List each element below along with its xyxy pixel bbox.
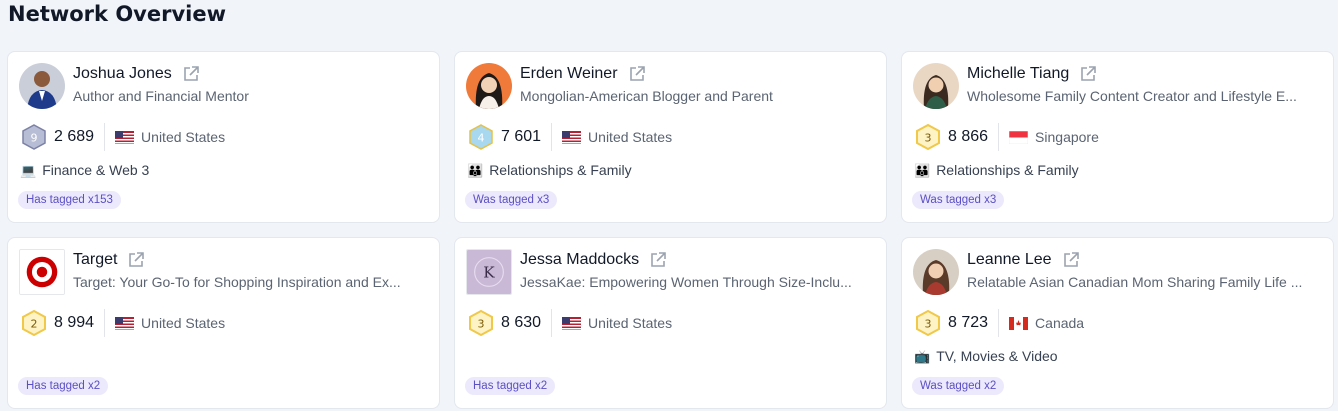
divider [551, 123, 553, 151]
tag-count-badge: Was tagged x3 [912, 191, 1005, 209]
tag-count-badge: Was tagged x3 [465, 191, 558, 209]
avatar[interactable] [466, 63, 512, 109]
stats-row: 9 2 689 United States [20, 122, 225, 152]
influencer-bio: Wholesome Family Content Creator and Lif… [967, 88, 1297, 104]
score-value: 8 994 [54, 314, 95, 331]
influencer-bio: Author and Financial Mentor [73, 88, 249, 104]
category-label: Relationships & Family [936, 162, 1079, 178]
divider [998, 123, 1000, 151]
category: 👪 Relationships & Family [914, 162, 1079, 178]
divider [104, 309, 106, 337]
influencer-name[interactable]: Erden Weiner [520, 65, 618, 83]
avatar[interactable] [913, 63, 959, 109]
influencer-card[interactable]: Target Target: Your Go-To for Shopping I… [7, 237, 440, 409]
sg-flag-icon [1009, 130, 1029, 144]
stats-row: 3 8 723 Canada [914, 308, 1084, 338]
influencer-card[interactable]: Erden Weiner Mongolian-American Blogger … [454, 51, 887, 223]
badge-level: 9 [31, 132, 38, 145]
tag-count-badge: Has tagged x2 [18, 377, 109, 395]
badge-level: 3 [925, 132, 932, 145]
influencer-name[interactable]: Target [73, 251, 117, 269]
external-link-icon[interactable] [649, 251, 667, 269]
external-link-icon[interactable] [1062, 251, 1080, 269]
country-label: United States [141, 315, 226, 331]
tv-icon: 📺 [914, 348, 931, 364]
influencer-name[interactable]: Michelle Tiang [967, 65, 1069, 83]
family-icon: 👪 [467, 162, 484, 178]
external-link-icon[interactable] [127, 251, 145, 269]
influencer-name[interactable]: Leanne Lee [967, 251, 1052, 269]
level-badge-icon: 3 [916, 309, 940, 337]
category-label: TV, Movies & Video [936, 348, 1058, 364]
stats-row: 3 8 866 Singapore [914, 122, 1099, 152]
category: 📺 TV, Movies & Video [914, 348, 1058, 364]
level-badge-icon: 9 [22, 124, 46, 150]
svg-text:K: K [483, 264, 495, 282]
laptop-icon: 💻 [20, 162, 37, 178]
stats-row: 3 8 630 United States [467, 308, 672, 338]
influencer-name[interactable]: Jessa Maddocks [520, 251, 639, 269]
score-value: 2 689 [54, 128, 95, 145]
divider [998, 309, 1000, 337]
level-badge-icon: 3 [469, 309, 493, 337]
avatar[interactable] [19, 249, 65, 295]
country-label: Canada [1035, 315, 1085, 331]
target-logo-icon [20, 250, 64, 294]
badge-level: 4 [478, 132, 485, 145]
divider [104, 123, 106, 151]
stats-row: 2 8 994 United States [20, 308, 225, 338]
external-link-icon[interactable] [182, 65, 200, 83]
country-label: United States [588, 315, 673, 331]
country-label: United States [141, 129, 226, 145]
us-flag-icon [562, 130, 582, 144]
family-icon: 👪 [914, 162, 931, 178]
ca-flag-icon [1009, 316, 1029, 330]
level-badge-icon: 2 [22, 309, 46, 337]
influencer-bio: Mongolian-American Blogger and Parent [520, 88, 773, 104]
external-link-icon[interactable] [628, 65, 646, 83]
page-title: Network Overview [8, 2, 226, 26]
influencer-card[interactable]: Joshua Jones Author and Financial Mentor… [7, 51, 440, 223]
score-value: 7 601 [501, 128, 542, 145]
avatar[interactable] [913, 249, 959, 295]
badge-level: 2 [31, 318, 38, 331]
jessakae-logo-icon: K [467, 250, 511, 294]
level-badge-icon: 4 [469, 124, 493, 150]
influencer-bio: Relatable Asian Canadian Mom Sharing Fam… [967, 274, 1303, 290]
badge-level: 3 [925, 318, 932, 331]
category: 💻 Finance & Web 3 [20, 162, 149, 178]
us-flag-icon [562, 316, 582, 330]
divider [551, 309, 553, 337]
influencer-card[interactable]: Leanne Lee Relatable Asian Canadian Mom … [901, 237, 1334, 409]
influencer-bio: Target: Your Go-To for Shopping Inspirat… [73, 274, 401, 290]
tag-count-badge: Has tagged x153 [18, 191, 121, 209]
category-label: Relationships & Family [489, 162, 632, 178]
external-link-icon[interactable] [1079, 65, 1097, 83]
avatar[interactable] [19, 63, 65, 109]
tag-count-badge: Has tagged x2 [465, 377, 556, 395]
score-value: 8 866 [948, 128, 989, 145]
us-flag-icon [115, 316, 135, 330]
badge-level: 3 [478, 318, 485, 331]
level-badge-icon: 3 [916, 123, 940, 151]
us-flag-icon [115, 130, 135, 144]
influencer-card[interactable]: K Jessa Maddocks JessaKae: Empowering Wo… [454, 237, 887, 409]
score-value: 8 630 [501, 314, 542, 331]
influencer-name[interactable]: Joshua Jones [73, 65, 172, 83]
category: 👪 Relationships & Family [467, 162, 632, 178]
influencer-bio: JessaKae: Empowering Women Through Size-… [520, 274, 852, 290]
category-label: Finance & Web 3 [42, 162, 150, 178]
influencer-card[interactable]: Michelle Tiang Wholesome Family Content … [901, 51, 1334, 223]
stats-row: 4 7 601 United States [467, 122, 672, 152]
tag-count-badge: Was tagged x2 [912, 377, 1005, 395]
avatar[interactable]: K [466, 249, 512, 295]
network-grid: Joshua Jones Author and Financial Mentor… [7, 51, 1334, 409]
country-label: Singapore [1035, 129, 1099, 145]
country-label: United States [588, 129, 673, 145]
score-value: 8 723 [948, 314, 989, 331]
